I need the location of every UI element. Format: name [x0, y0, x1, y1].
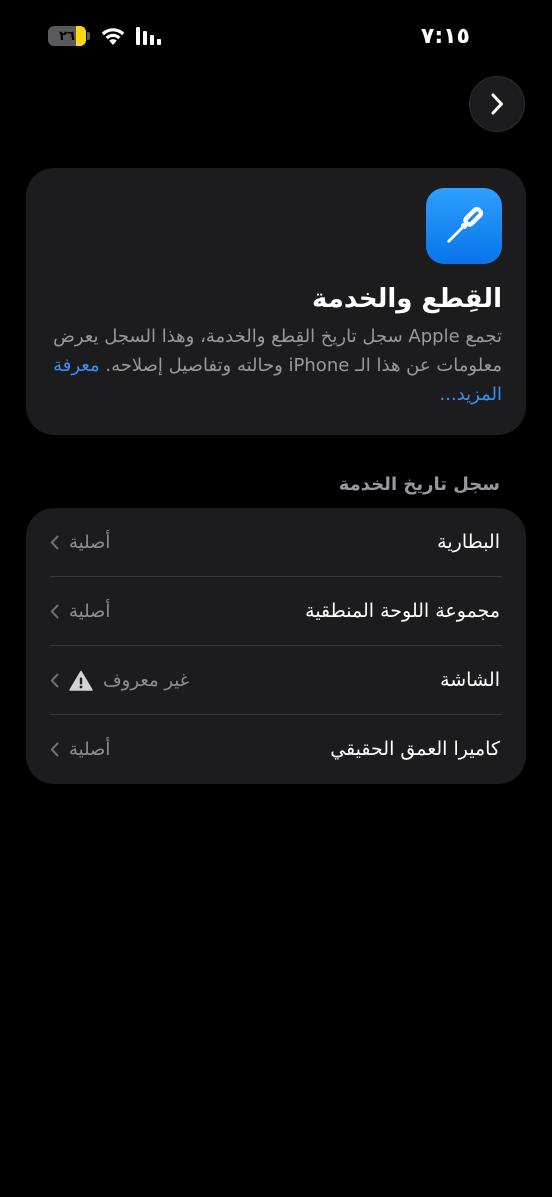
chevron-left-icon — [50, 742, 59, 757]
list-item-truedepth-camera[interactable]: كاميرا العمق الحقيقي أصلية — [26, 715, 526, 784]
battery-icon: ٢٦ — [48, 26, 86, 46]
list-item-battery[interactable]: البطارية أصلية — [26, 508, 526, 577]
chevron-left-icon — [50, 604, 59, 619]
row-value: غير معروف — [103, 670, 190, 691]
chevron-right-icon — [491, 93, 503, 115]
list-item-logic-board[interactable]: مجموعة اللوحة المنطقية أصلية — [26, 577, 526, 646]
status-time: ٧:١٥ — [420, 24, 470, 49]
wifi-icon — [101, 28, 125, 45]
warning-icon — [69, 670, 93, 691]
card-description: تجمع Apple سجل تاريخ القِطع والخدمة، وهذ… — [50, 322, 502, 409]
row-label: مجموعة اللوحة المنطقية — [305, 600, 500, 622]
cellular-signal-icon — [136, 27, 161, 45]
card-title: القِطع والخدمة — [312, 284, 502, 314]
section-header: سجل تاريخ الخدمة — [338, 474, 500, 495]
row-value: أصلية — [69, 601, 111, 622]
row-value: أصلية — [69, 739, 111, 760]
battery-level: ٢٦ — [59, 28, 75, 44]
service-history-list: البطارية أصلية مجموعة اللوحة المنطقية أص… — [26, 508, 526, 784]
row-label: الشاشة — [440, 669, 500, 691]
status-bar: ٢٦ ٧:١٥ — [0, 22, 552, 56]
chevron-left-icon — [50, 673, 59, 688]
battery-nub — [87, 32, 90, 40]
list-item-display[interactable]: الشاشة غير معروف — [26, 646, 526, 715]
status-indicators: ٢٦ — [48, 26, 161, 46]
forward-button[interactable] — [469, 76, 525, 132]
row-value-group: أصلية — [50, 508, 110, 577]
row-value-group: غير معروف — [50, 646, 189, 715]
row-value-group: أصلية — [50, 577, 110, 646]
row-value-group: أصلية — [50, 715, 110, 784]
row-value: أصلية — [69, 532, 111, 553]
screwdriver-icon — [447, 206, 484, 243]
parts-service-info-card: القِطع والخدمة تجمع Apple سجل تاريخ القِ… — [26, 168, 526, 435]
battery-fill — [76, 26, 86, 46]
chevron-left-icon — [50, 535, 59, 550]
row-label: كاميرا العمق الحقيقي — [330, 738, 500, 760]
description-text: تجمع Apple سجل تاريخ القِطع والخدمة، وهذ… — [53, 326, 502, 376]
app-icon — [426, 188, 502, 264]
row-label: البطارية — [437, 531, 500, 553]
